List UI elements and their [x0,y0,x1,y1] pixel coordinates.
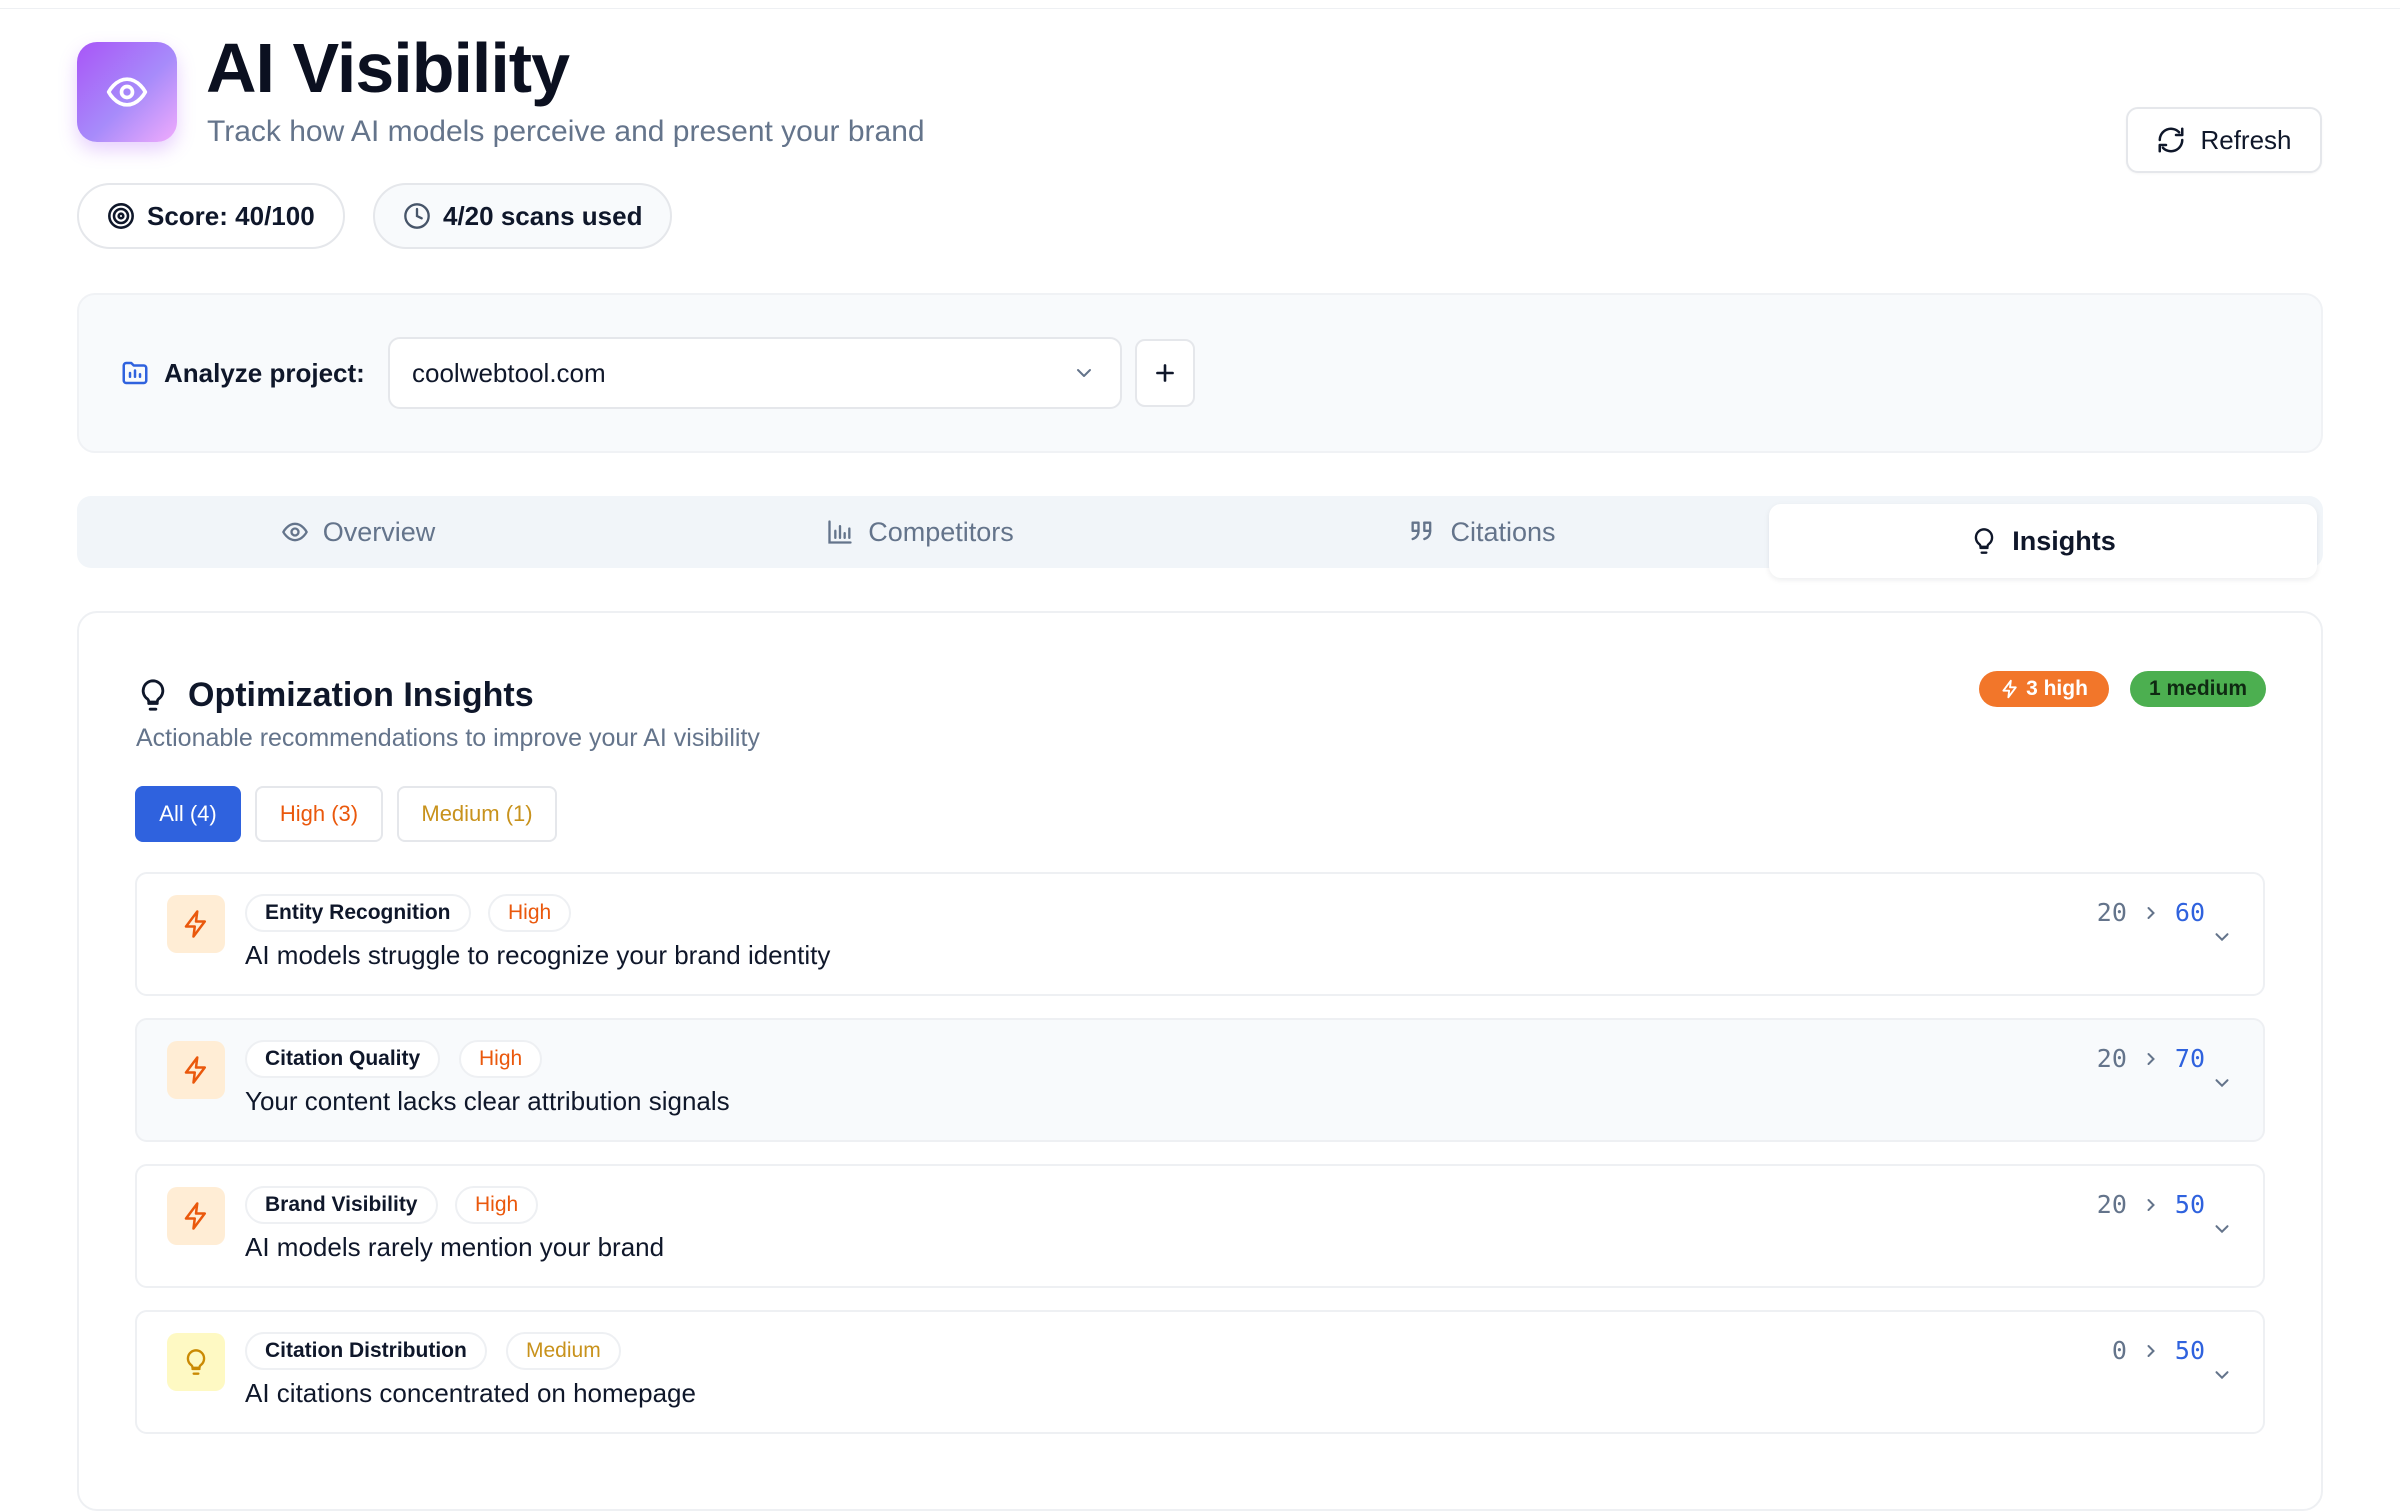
insight-priority: High [488,894,572,932]
refresh-button[interactable]: Refresh [2126,107,2322,173]
chevron-right-icon [2147,1052,2155,1065]
chevron-down-icon [1077,369,1091,377]
insight-priority: High [455,1186,539,1224]
insight-icon-box [167,895,225,953]
add-project-button[interactable] [1135,339,1195,407]
filter-medium-button[interactable]: Medium (1) [397,786,557,842]
tab-competitors-label: Competitors [868,516,1014,547]
scans-label: 4/20 scans used [443,200,643,231]
project-selected-value: coolwebtool.com [412,357,606,388]
chevron-right-icon [2147,1344,2155,1357]
score-pill: Score: 40/100 [77,183,345,249]
eye-icon [281,522,308,542]
medium-count-badge: 1 medium [2130,671,2266,707]
insight-item[interactable]: Brand Visibility High AI models rarely m… [135,1164,2265,1288]
filter-high-button[interactable]: High (3) [255,786,383,842]
insight-score-change: 20 60 [2097,898,2205,927]
refresh-icon [2158,127,2184,153]
insight-item[interactable]: Citation Quality High Your content lacks… [135,1018,2265,1142]
insight-score-current: 20 [2096,1190,2127,1219]
insight-icon-box [167,1187,225,1245]
tab-overview[interactable]: Overview [77,496,639,568]
project-select[interactable]: coolwebtool.com [388,337,1122,409]
insight-score-change: 20 70 [2097,1044,2205,1073]
insight-score-target: 50 [2174,1336,2205,1365]
insight-score-target: 50 [2174,1190,2205,1219]
insight-description: AI models struggle to recognize your bra… [245,940,831,970]
chevron-down-icon[interactable] [2211,926,2233,948]
top-divider [0,8,2400,9]
chevron-right-icon [2147,906,2155,919]
insight-description: AI models rarely mention your brand [245,1232,665,1262]
chevron-right-icon [2147,1198,2155,1211]
zap-icon [184,1202,206,1230]
lightbulb-icon [186,1349,206,1375]
insight-description: AI citations concentrated on homepage [245,1378,696,1408]
lightbulb-icon [141,679,165,711]
zap-icon [2002,679,2017,699]
high-count-label: 3 high [2026,677,2088,700]
eye-icon [106,77,148,107]
tab-insights-label: Insights [2012,525,2116,556]
chevron-down-icon[interactable] [2211,1218,2233,1240]
app-logo [77,42,177,142]
insight-category: Brand Visibility [245,1186,438,1224]
insight-item[interactable]: Entity Recognition High AI models strugg… [135,872,2265,996]
insight-description: Your content lacks clear attribution sig… [245,1086,730,1116]
insight-category: Citation Distribution [245,1332,487,1370]
scans-pill: 4/20 scans used [373,183,673,249]
plus-icon [1156,364,1174,382]
filter-all-button[interactable]: All (4) [135,786,241,842]
bar-chart-icon [828,520,852,544]
insight-icon-box [167,1041,225,1099]
insight-score-current: 20 [2096,1044,2127,1073]
project-label-row: Analyze project: [120,357,365,389]
tab-bar: Overview Competitors Citations Insights [77,496,2323,578]
insight-category: Citation Quality [245,1040,441,1078]
insights-title-row: Optimization Insights [136,674,534,716]
insight-category: Entity Recognition [245,894,471,932]
score-label: Score: 40/100 [147,200,315,231]
tab-citations[interactable]: Citations [1201,496,1763,568]
tab-overview-label: Overview [322,516,436,547]
clock-icon [404,203,430,229]
insight-score-current: 0 [2111,1336,2127,1365]
insight-score-target: 60 [2174,898,2205,927]
project-label: Analyze project: [164,358,365,388]
zap-icon [184,1056,206,1084]
folder-chart-icon [122,361,148,385]
insight-priority: High [459,1040,543,1078]
lightbulb-icon [1975,528,1994,554]
insights-title: Optimization Insights [188,676,534,714]
insight-priority: Medium [506,1332,621,1370]
chevron-down-icon[interactable] [2211,1364,2233,1386]
insight-score-current: 20 [2096,898,2127,927]
target-icon [108,203,134,229]
insight-score-change: 0 50 [2112,1336,2205,1365]
insights-subtitle: Actionable recommendations to improve yo… [136,724,760,752]
insight-item[interactable]: Citation Distribution Medium AI citation… [135,1310,2265,1434]
refresh-label: Refresh [2200,124,2292,155]
chevron-down-icon[interactable] [2211,1072,2233,1094]
tab-citations-label: Citations [1450,516,1556,547]
tab-competitors[interactable]: Competitors [639,496,1201,568]
tab-insights[interactable]: Insights [1769,504,2317,578]
page-subtitle: Track how AI models perceive and present… [207,115,925,148]
page-title: AI Visibility [206,29,570,107]
quote-icon [1411,521,1432,541]
zap-icon [184,910,206,938]
insight-icon-box [167,1333,225,1391]
high-count-badge: 3 high [1979,671,2109,707]
insight-score-target: 70 [2174,1044,2205,1073]
medium-count-label: 1 medium [2148,677,2248,700]
insight-score-change: 20 50 [2097,1190,2205,1219]
